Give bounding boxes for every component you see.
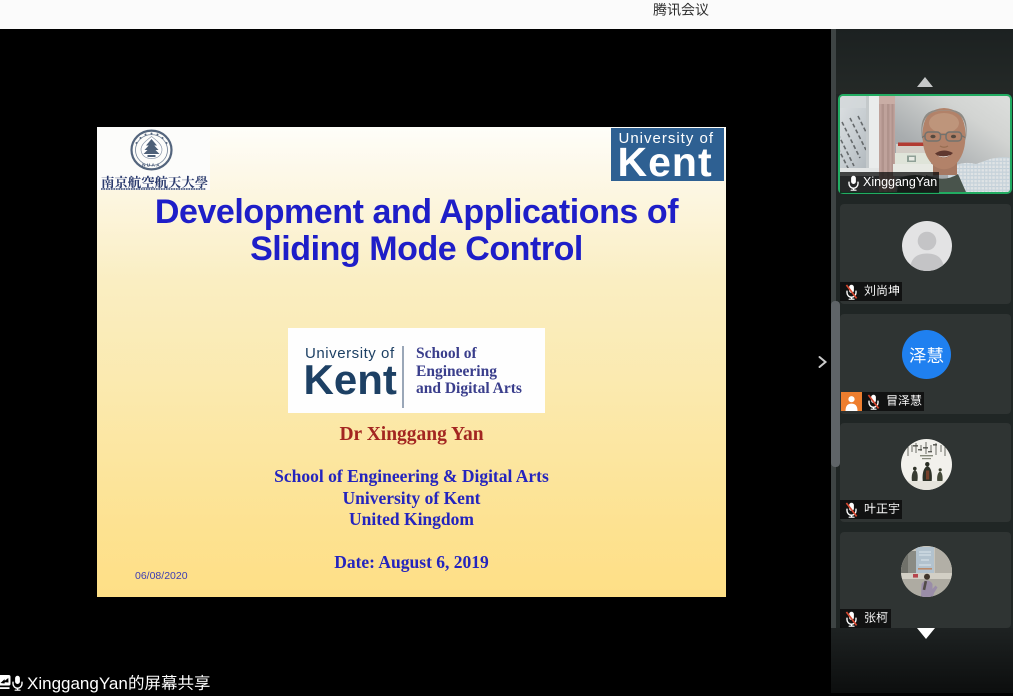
svg-text:NUAA: NUAA [142,163,161,168]
